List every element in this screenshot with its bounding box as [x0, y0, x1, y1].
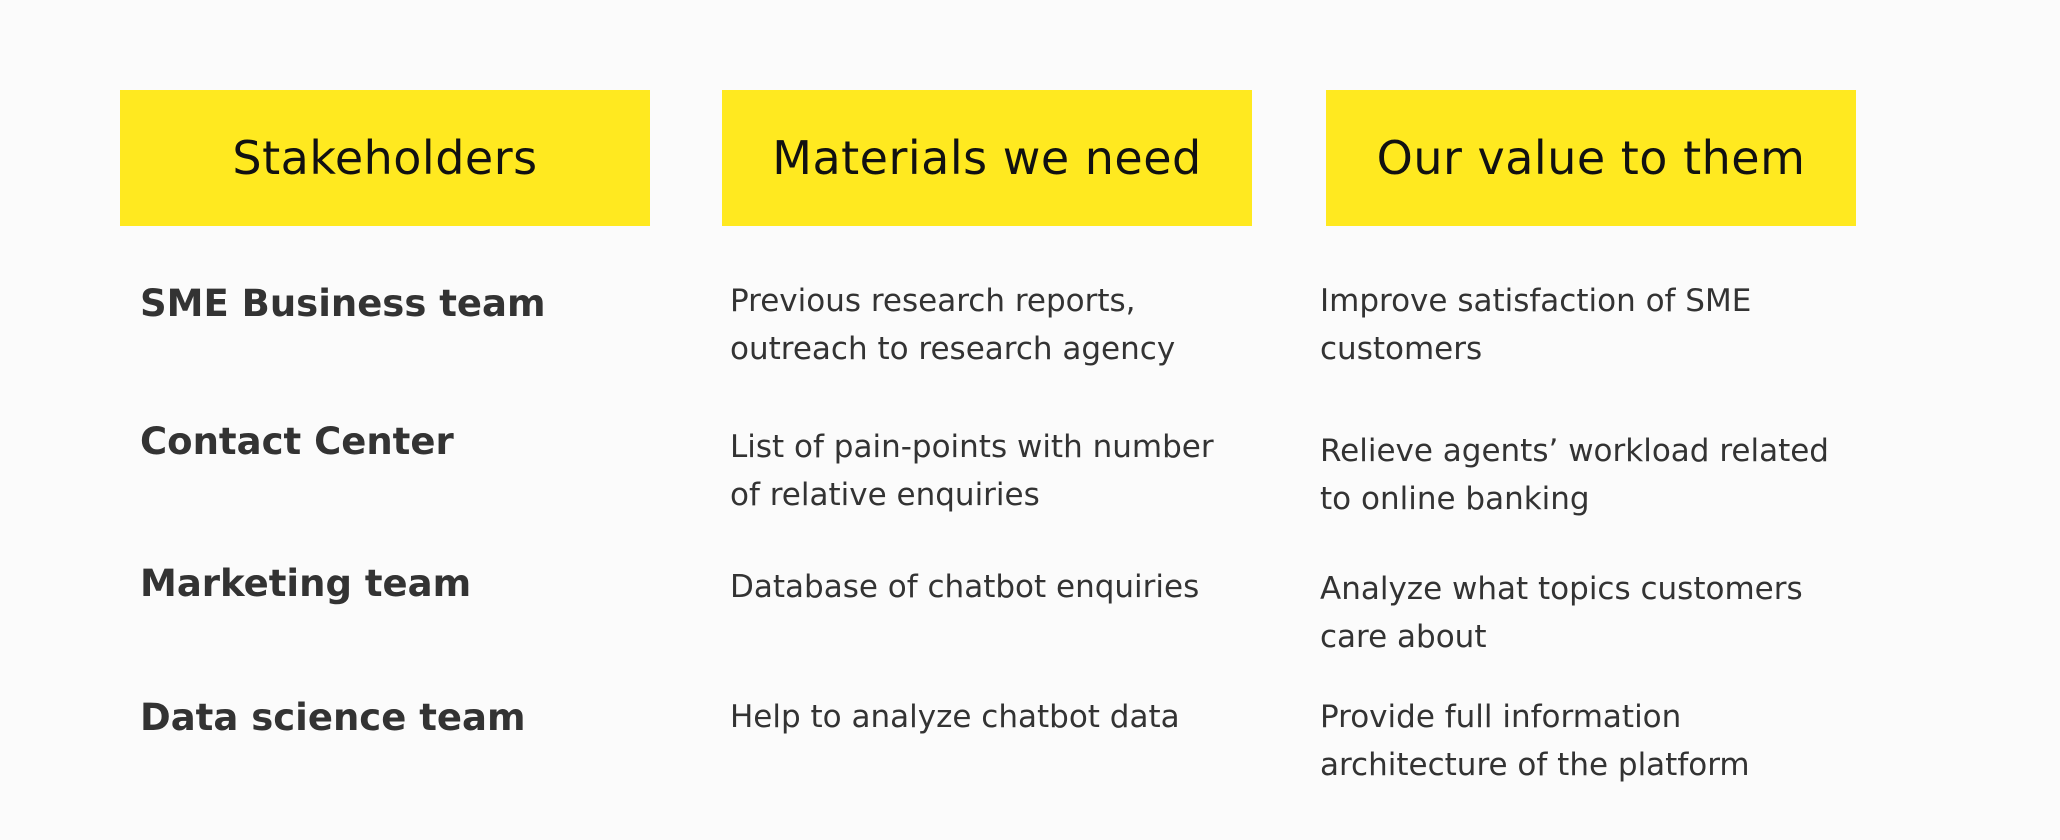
stakeholder-data-science: Data science team — [140, 696, 526, 739]
stakeholder-sme-business: SME Business team — [140, 282, 546, 325]
value-sme-business: Improve satisfaction of SME customers — [1320, 283, 1752, 367]
materials-marketing: Database of chatbot enquiries — [730, 569, 1200, 605]
header-materials-we-need: Materials we need — [722, 90, 1252, 226]
stakeholder-marketing: Marketing team — [140, 562, 472, 605]
stakeholder-contact-center: Contact Center — [140, 420, 454, 463]
header-stakeholders: Stakeholders — [120, 90, 650, 226]
value-contact-center: Relieve agents’ workload related to onli… — [1320, 433, 1829, 517]
materials-sme-business: Previous research reports, outreach to r… — [730, 283, 1176, 367]
header-our-value: Our value to them — [1326, 90, 1856, 226]
materials-data-science: Help to analyze chatbot data — [730, 699, 1180, 735]
value-marketing: Analyze what topics customers care about — [1320, 571, 1803, 655]
value-data-science: Provide full information architecture of… — [1320, 699, 1750, 783]
materials-contact-center: List of pain-points with number of relat… — [730, 429, 1214, 513]
